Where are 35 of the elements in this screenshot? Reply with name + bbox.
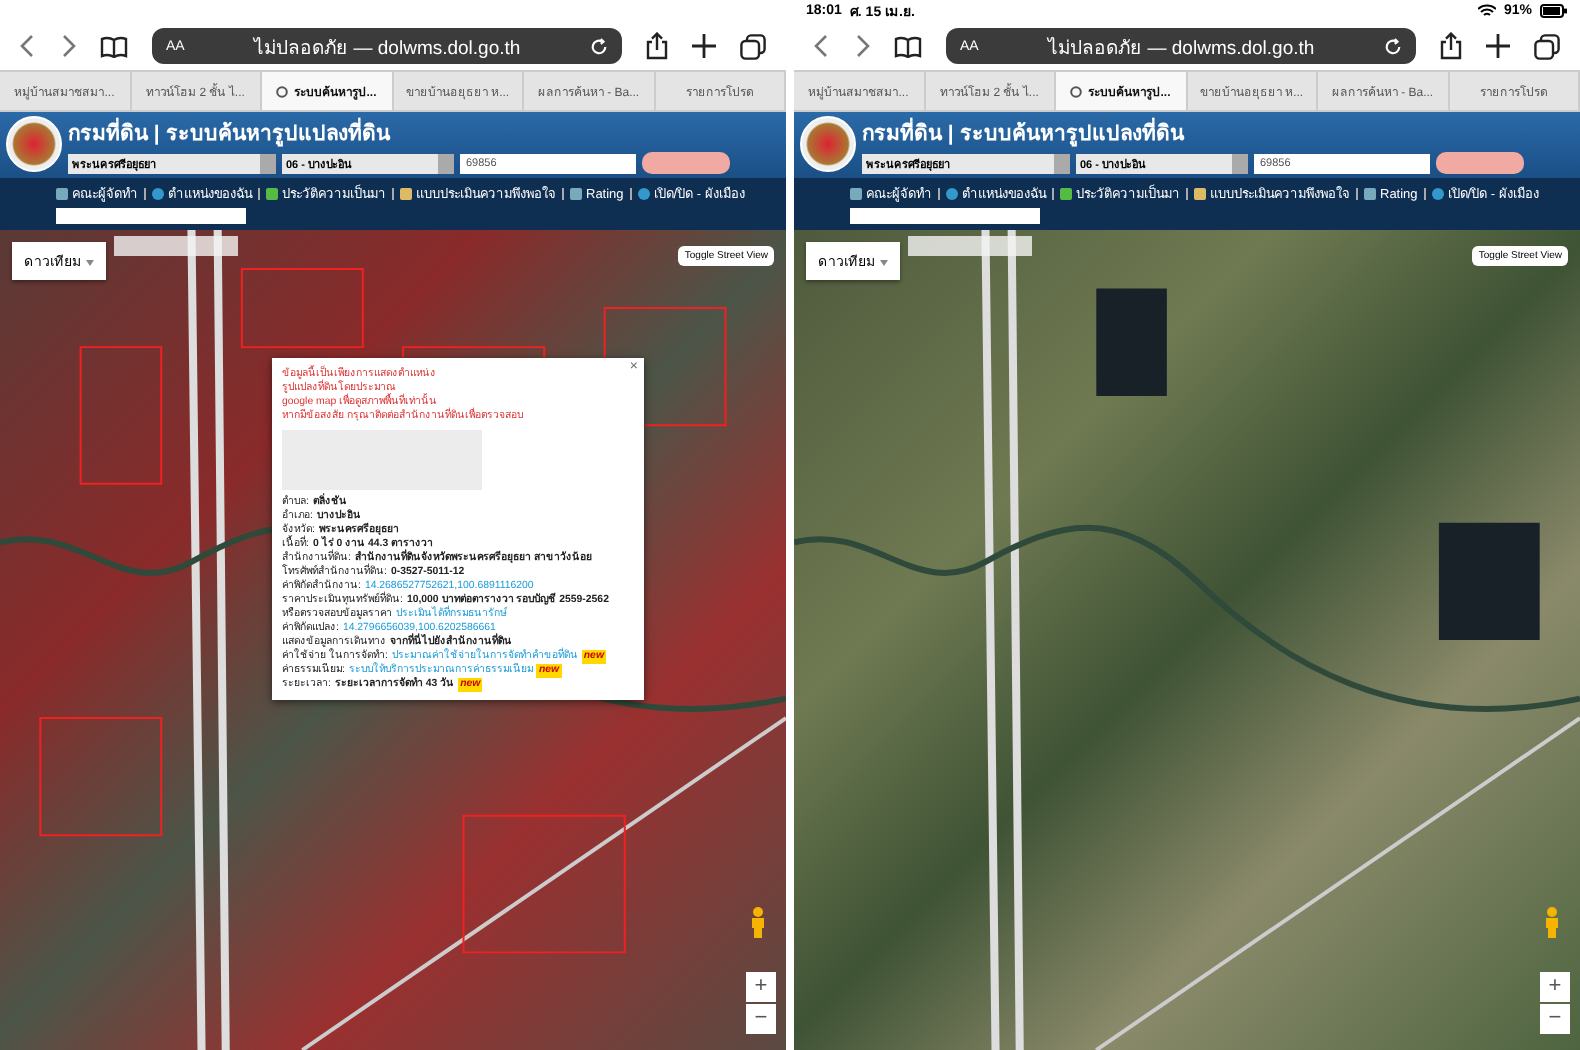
filter-input[interactable] — [56, 208, 246, 224]
battery-icon — [1540, 4, 1568, 18]
reload-icon[interactable] — [590, 37, 608, 55]
forward-icon[interactable] — [854, 34, 870, 58]
site-title: กรมที่ดิน | ระบบค้นหารูปแปลงที่ดิน — [862, 116, 1524, 150]
emblem-logo — [800, 116, 856, 172]
tabs-icon[interactable] — [1534, 33, 1560, 59]
caret-icon — [85, 260, 94, 266]
plus-icon[interactable] — [692, 34, 716, 58]
reload-icon[interactable] — [1384, 37, 1402, 55]
tabs-icon[interactable] — [740, 33, 766, 59]
site-icon — [1070, 85, 1083, 97]
pegman-icon[interactable] — [748, 906, 768, 938]
site-title: กรมที่ดิน | ระบบค้นหารูปแปลงที่ดิน — [68, 116, 730, 150]
zoom-out-button[interactable]: − — [746, 1004, 776, 1034]
plus-icon[interactable] — [1486, 34, 1510, 58]
book-icon[interactable] — [100, 35, 128, 57]
emblem-logo — [6, 116, 62, 172]
site-icon — [276, 85, 289, 97]
zoom-in-button[interactable]: + — [746, 972, 776, 1002]
zoom-out-button[interactable]: − — [1540, 1004, 1570, 1034]
wifi-icon — [1477, 4, 1496, 18]
forward-icon[interactable] — [60, 34, 76, 58]
search-button[interactable] — [1436, 152, 1524, 174]
search-button[interactable] — [642, 152, 730, 174]
back-icon[interactable] — [814, 34, 830, 58]
book-icon[interactable] — [894, 35, 922, 57]
zoom-in-button[interactable]: + — [1540, 972, 1570, 1002]
back-icon[interactable] — [20, 34, 36, 58]
satellite-map[interactable] — [0, 230, 786, 1050]
share-icon[interactable] — [1440, 32, 1462, 60]
caret-icon — [879, 260, 888, 266]
share-icon[interactable] — [646, 32, 668, 60]
filter-input[interactable] — [850, 208, 1040, 224]
pegman-icon[interactable] — [1542, 906, 1562, 938]
